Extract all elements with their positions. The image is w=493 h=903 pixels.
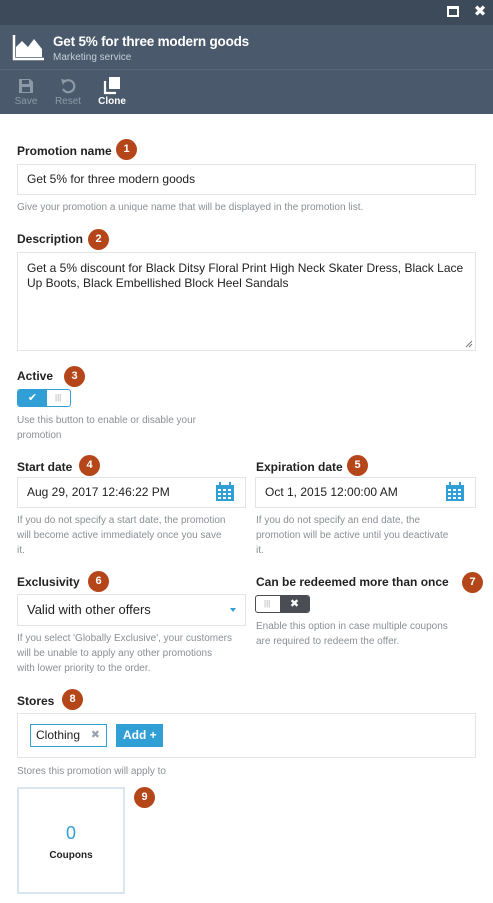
calendar-icon[interactable] — [445, 482, 465, 502]
expiration-date-help-3: it. — [256, 545, 264, 556]
redeem-multiple-label: Can be redeemed more than once — [256, 575, 449, 589]
toggle-grip-icon: ||| — [264, 599, 271, 608]
step-badge-9: 9 — [134, 787, 155, 808]
redeem-multiple-help-2: are required to redeem the offer. — [256, 636, 400, 647]
reset-label: Reset — [54, 96, 82, 107]
description-label: Description — [17, 232, 84, 246]
remove-icon[interactable]: ✖ — [91, 725, 100, 746]
description-text: Get a 5% discount for Black Ditsy Floral… — [27, 261, 464, 290]
calendar-icon[interactable] — [215, 482, 235, 502]
page-header: Get 5% for three modern goods Marketing … — [0, 25, 493, 69]
close-icon[interactable]: ✖ — [472, 4, 488, 20]
reset-button[interactable]: Reset — [52, 76, 84, 107]
redeem-multiple-help-1: Enable this option in case multiple coup… — [256, 621, 448, 632]
exclusivity-help-3: with lower priority to the order. — [17, 663, 151, 674]
start-date-help-2: will become active immediately once you … — [17, 530, 222, 541]
step-badge-8: 8 — [62, 689, 83, 710]
coupons-tile[interactable]: 0 Coupons — [17, 787, 125, 894]
start-date-help-1: If you do not specify a start date, the … — [17, 515, 226, 526]
coupons-count: 0 — [65, 823, 76, 843]
check-icon: ✔ — [18, 390, 47, 406]
store-chip-label: Clothing — [36, 728, 81, 742]
page-subtitle: Marketing service — [53, 52, 132, 63]
start-date-input[interactable]: Aug 29, 2017 12:46:22 PM — [17, 477, 246, 508]
exclusivity-select[interactable]: Valid with other offers — [17, 594, 246, 626]
stores-help: Stores this promotion will apply to — [17, 766, 166, 777]
page-title: Get 5% for three modern goods — [53, 34, 249, 49]
add-store-button[interactable]: Add + — [116, 724, 163, 747]
step-badge-5: 5 — [347, 455, 368, 476]
redeem-multiple-toggle[interactable]: ||| ✖ — [255, 595, 310, 613]
description-textarea[interactable]: Get a 5% discount for Black Ditsy Floral… — [17, 252, 476, 351]
start-date-label: Start date — [17, 460, 73, 474]
expiration-date-label: Expiration date — [256, 460, 343, 474]
active-help-1: Use this button to enable or disable you… — [17, 415, 196, 426]
window-titlebar: ✖ — [0, 0, 493, 25]
expiration-date-help-2: promotion will be active until you deact… — [256, 530, 449, 541]
step-badge-6: 6 — [88, 571, 109, 592]
save-label: Save — [14, 96, 38, 107]
exclusivity-label: Exclusivity — [17, 575, 80, 589]
active-toggle[interactable]: ✔ ||| — [17, 389, 71, 407]
step-badge-4: 4 — [79, 455, 100, 476]
save-button[interactable]: Save — [12, 76, 40, 107]
active-label: Active — [17, 369, 54, 383]
maximize-icon[interactable] — [445, 4, 461, 20]
expiration-date-help-1: If you do not specify an end date, the — [256, 515, 421, 526]
start-date-help-3: it. — [17, 545, 25, 556]
save-icon — [19, 79, 33, 93]
toggle-grip-icon: ||| — [55, 393, 62, 402]
step-badge-2: 2 — [88, 229, 109, 250]
chart-area-icon — [12, 35, 44, 61]
reset-icon — [61, 79, 76, 94]
step-badge-1: 1 — [116, 139, 137, 160]
step-badge-7: 7 — [462, 572, 483, 593]
promotion-name-input[interactable]: Get 5% for three modern goods — [17, 164, 476, 195]
store-chip-clothing: Clothing ✖ — [30, 724, 107, 747]
clone-icon — [103, 77, 120, 95]
promotion-name-help: Give your promotion a unique name that w… — [17, 202, 364, 213]
clone-label: Clone — [98, 96, 126, 107]
clone-button[interactable]: Clone — [95, 76, 129, 107]
promotion-name-label: Promotion name — [17, 144, 112, 158]
expiration-date-input[interactable]: Oct 1, 2015 12:00:00 AM — [255, 477, 476, 508]
exclusivity-help-2: will be unable to apply any other promot… — [17, 648, 213, 659]
active-help-2: promotion — [17, 430, 62, 441]
resize-handle-icon[interactable] — [465, 340, 473, 348]
exclusivity-help-1: If you select 'Globally Exclusive', your… — [17, 633, 233, 644]
coupons-label: Coupons — [49, 850, 93, 861]
close-icon: ✖ — [280, 596, 309, 612]
chevron-down-icon[interactable] — [230, 608, 236, 612]
stores-label: Stores — [17, 694, 55, 708]
toolbar: Save Reset Clone — [0, 69, 493, 114]
step-badge-3: 3 — [64, 366, 85, 387]
